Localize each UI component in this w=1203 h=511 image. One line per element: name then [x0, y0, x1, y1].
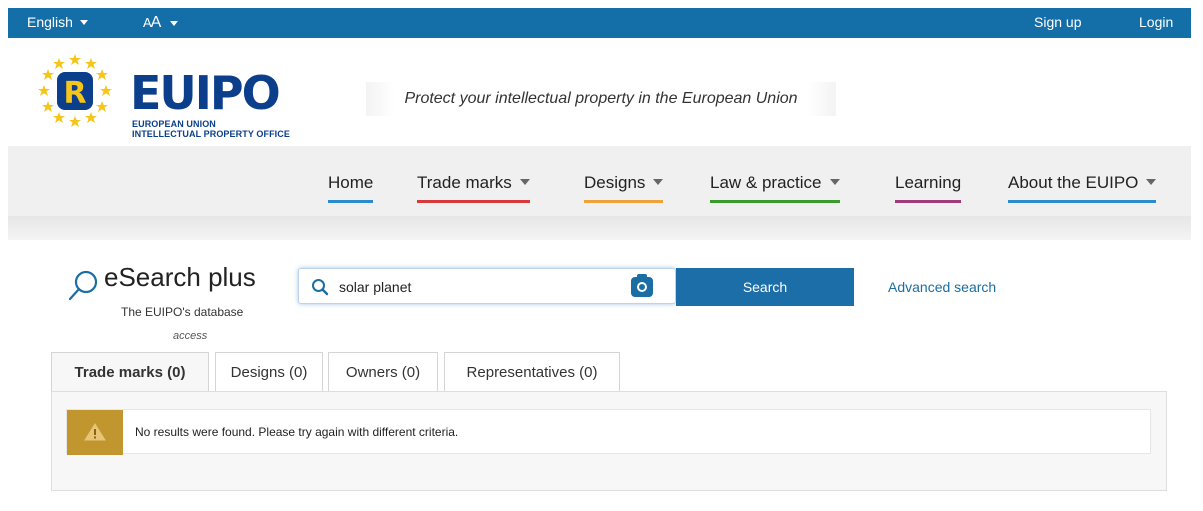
results-panel: No results were found. Please try again …: [51, 391, 1167, 491]
nav-item-law-practice[interactable]: Law & practice: [710, 173, 840, 203]
nav-underline: [417, 200, 530, 203]
nav-label: Law & practice: [710, 173, 822, 192]
search-icon: [312, 279, 329, 296]
search-field[interactable]: [298, 268, 676, 304]
language-label: English: [27, 14, 73, 30]
chevron-down-icon: [653, 178, 664, 185]
nav-item-home[interactable]: Home: [328, 173, 374, 203]
nav-label: Home: [328, 173, 374, 192]
nav-item-trade-marks[interactable]: Trade marks: [417, 173, 530, 203]
nav-underline: [584, 200, 664, 203]
search-icon: [68, 270, 98, 301]
search-button[interactable]: Search: [676, 268, 854, 306]
nav-underline: [710, 200, 840, 203]
search-input[interactable]: [339, 277, 619, 297]
warning-box: [67, 410, 123, 455]
esearch-subtitle: The EUIPO's database: [121, 305, 244, 319]
nav-label: Learning: [895, 173, 962, 192]
chevron-down-icon: [829, 178, 840, 185]
nav-underline: [895, 200, 962, 203]
login-link[interactable]: Login: [1139, 14, 1173, 30]
chevron-down-icon: [79, 19, 88, 25]
nav-label: About the EUIPO: [1008, 173, 1139, 192]
tab-owners[interactable]: Owners (0): [328, 352, 438, 392]
nav-item-about[interactable]: About the EUIPO: [1008, 173, 1157, 203]
nav-underline: [328, 200, 374, 203]
font-size-selector[interactable]: AA: [143, 14, 179, 32]
chevron-down-icon: [519, 178, 530, 185]
esearch-branding: eSearch plus The EUIPO's database access: [66, 262, 266, 344]
logo-subtitle: EUROPEAN UNION INTELLECTUAL PROPERTY OFF…: [132, 119, 290, 139]
signup-label: Sign up: [1034, 14, 1082, 30]
logo-wordmark: EUIPO: [130, 66, 281, 120]
language-selector[interactable]: English: [27, 14, 88, 30]
alert-message: No results were found. Please try again …: [135, 425, 459, 439]
top-bar: English AA Sign up Login: [8, 8, 1191, 38]
euipo-logo[interactable]: R EUIPO EUROPEAN UNION INTELLECTUAL PROP…: [35, 52, 325, 139]
nav-label: Designs: [584, 173, 646, 192]
esearch-title: eSearch plus: [104, 262, 256, 292]
nav-underline: [1008, 200, 1157, 203]
signup-link[interactable]: Sign up: [1034, 14, 1081, 30]
nav-item-learning[interactable]: Learning: [895, 173, 962, 203]
nav-divider: [8, 216, 1191, 240]
nav-item-designs[interactable]: Designs: [584, 173, 664, 203]
tab-designs[interactable]: Designs (0): [215, 352, 323, 392]
camera-icon[interactable]: [631, 274, 653, 297]
font-size-icon: AA: [143, 14, 161, 31]
chevron-down-icon: [170, 20, 179, 26]
svg-text:R: R: [63, 76, 86, 111]
warning-icon: [84, 423, 106, 441]
tab-trade-marks[interactable]: Trade marks (0): [51, 352, 209, 393]
header: R EUIPO EUROPEAN UNION INTELLECTUAL PROP…: [8, 38, 1191, 146]
no-results-alert: No results were found. Please try again …: [66, 409, 1151, 455]
chevron-down-icon: [1146, 178, 1157, 185]
esearch-subtitle-access: access: [173, 330, 208, 342]
eu-stars-icon: R: [38, 54, 112, 127]
nav-label: Trade marks: [417, 173, 512, 192]
tab-representatives[interactable]: Representatives (0): [444, 352, 620, 392]
tagline: Protect your intellectual property in th…: [366, 82, 836, 116]
advanced-search-link[interactable]: Advanced search: [888, 279, 996, 295]
login-label: Login: [1139, 14, 1174, 30]
main-navigation: Home Trade marks Designs Law & practice …: [8, 146, 1191, 216]
